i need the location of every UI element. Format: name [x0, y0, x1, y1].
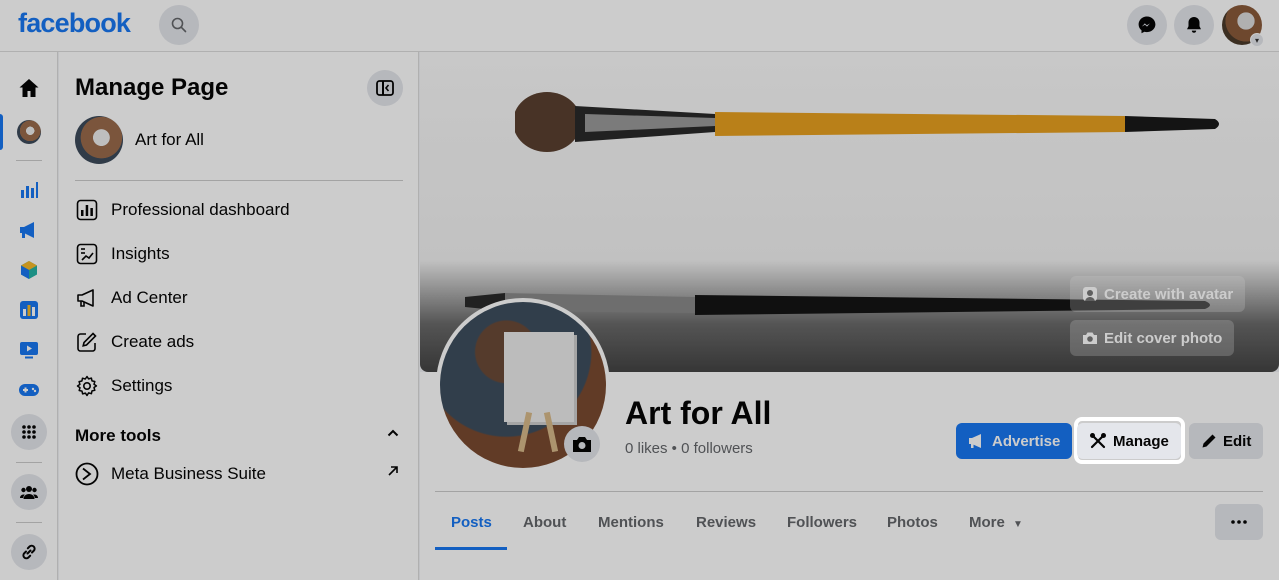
ellipsis-icon: [1231, 520, 1247, 524]
caret-down-icon: ▼: [1013, 519, 1023, 530]
gamepad-icon: [19, 384, 39, 396]
cube-icon: [21, 261, 37, 279]
tab-photos[interactable]: Photos: [887, 514, 938, 531]
posts-feed-card: [510, 571, 1190, 580]
sidebar-page-switcher[interactable]: Art for All: [75, 116, 204, 164]
more-tools-heading[interactable]: More tools: [75, 426, 161, 446]
people-icon: [20, 486, 38, 499]
rail-active-indicator: [0, 114, 3, 150]
sidebar-item-insights[interactable]: Insights: [75, 242, 170, 266]
notifications-button[interactable]: [1174, 5, 1214, 45]
tab-more[interactable]: More ▼: [969, 514, 1023, 531]
edit-cover-photo-button[interactable]: Edit cover photo: [1070, 320, 1235, 356]
tab-about[interactable]: About: [523, 514, 566, 531]
meta-business-icon: [75, 462, 99, 486]
update-profile-picture-button[interactable]: [564, 426, 600, 462]
chevron-down-icon: ▾: [1250, 33, 1264, 47]
account-avatar[interactable]: ▾: [1222, 5, 1264, 47]
home-icon: [19, 79, 39, 97]
link-icon: [22, 544, 36, 560]
gear-icon: [75, 374, 99, 398]
camera-icon: [573, 437, 591, 452]
advertise-button[interactable]: Advertise: [956, 423, 1073, 459]
search-icon: [171, 17, 187, 33]
sidebar-title: Manage Page: [75, 74, 229, 101]
sidebar-item-settings[interactable]: Settings: [75, 374, 172, 398]
messenger-button[interactable]: [1127, 5, 1167, 45]
page-avatar: [75, 116, 123, 164]
sidebar-item-ad-center[interactable]: Ad Center: [75, 286, 188, 310]
more-options-button[interactable]: [1215, 504, 1263, 540]
rail-home[interactable]: [17, 76, 41, 100]
page-avatar-small: [17, 120, 41, 144]
rail-stats[interactable]: [17, 298, 41, 322]
tabs-divider: [435, 491, 1263, 492]
rail-insights[interactable]: [17, 178, 41, 202]
left-rail: [0, 52, 58, 580]
sidebar-item-meta-business-suite[interactable]: Meta Business Suite: [75, 462, 266, 486]
tools-icon: [1089, 432, 1107, 450]
grid-icon: [22, 425, 36, 439]
paintbrush-image: [515, 92, 1219, 152]
sidebar-item-label: Ad Center: [111, 288, 188, 307]
manage-page-sidebar: Manage Page Art for All Professional das…: [59, 52, 419, 580]
pencil-square-icon: [75, 330, 99, 354]
rail-cube[interactable]: [17, 258, 41, 282]
tab-followers[interactable]: Followers: [787, 514, 857, 531]
sidebar-page-name: Art for All: [135, 130, 204, 149]
rail-all-tools[interactable]: [11, 414, 47, 450]
pencil-icon: [1201, 433, 1217, 449]
camera-icon: [1082, 331, 1098, 345]
megaphone-icon: [20, 222, 34, 238]
collapse-sidebar-button[interactable]: [367, 70, 403, 106]
messenger-icon: [1138, 16, 1156, 34]
manage-button[interactable]: Manage: [1077, 423, 1181, 459]
tab-reviews[interactable]: Reviews: [696, 514, 756, 531]
sidebar-item-label: Insights: [111, 244, 170, 263]
insights-icon: [75, 242, 99, 266]
search-button[interactable]: [159, 5, 199, 45]
megaphone-icon: [75, 286, 99, 310]
create-with-avatar-button[interactable]: Create with avatar: [1070, 276, 1246, 312]
easel-canvas-image: [504, 332, 574, 422]
sidebar-item-create-ads[interactable]: Create ads: [75, 330, 194, 354]
active-tab-indicator: [435, 547, 507, 550]
edit-button[interactable]: Edit: [1189, 423, 1264, 459]
stats-icon: [20, 301, 38, 319]
rail-page-avatar[interactable]: [17, 120, 41, 144]
page-stats: 0 likes • 0 followers: [625, 440, 753, 457]
sidebar-item-label: Meta Business Suite: [111, 464, 266, 483]
facebook-logo[interactable]: facebook: [18, 8, 131, 39]
rail-divider: [16, 160, 42, 161]
bar-chart-icon: [21, 182, 38, 198]
rail-divider: [16, 522, 42, 523]
page-title: Art for All: [625, 395, 772, 431]
rail-divider: [16, 462, 42, 463]
external-link-icon: [387, 464, 399, 480]
sidebar-item-label: Professional dashboard: [111, 200, 290, 219]
sidebar-item-label: Settings: [111, 376, 173, 395]
sidebar-item-label: Create ads: [111, 332, 195, 351]
sidebar-divider: [75, 180, 403, 181]
tab-posts[interactable]: Posts: [451, 514, 492, 531]
sidebar-toggle-icon: [376, 80, 394, 96]
page-main: Create with avatar Edit cover photo Art …: [420, 52, 1279, 580]
rail-video[interactable]: [17, 338, 41, 362]
top-bar: facebook ▾: [0, 0, 1279, 52]
rail-gaming[interactable]: [17, 378, 41, 402]
rail-groups[interactable]: [11, 474, 47, 510]
megaphone-icon: [968, 433, 986, 449]
tab-mentions[interactable]: Mentions: [598, 514, 664, 531]
rail-links[interactable]: [11, 534, 47, 570]
bell-icon: [1187, 17, 1201, 33]
video-icon: [20, 342, 38, 359]
dashboard-icon: [75, 198, 99, 222]
avatar-icon: [1082, 286, 1098, 302]
rail-ad-center[interactable]: [17, 218, 41, 242]
chevron-up-icon[interactable]: [387, 426, 399, 440]
sidebar-item-professional-dashboard[interactable]: Professional dashboard: [75, 198, 290, 222]
